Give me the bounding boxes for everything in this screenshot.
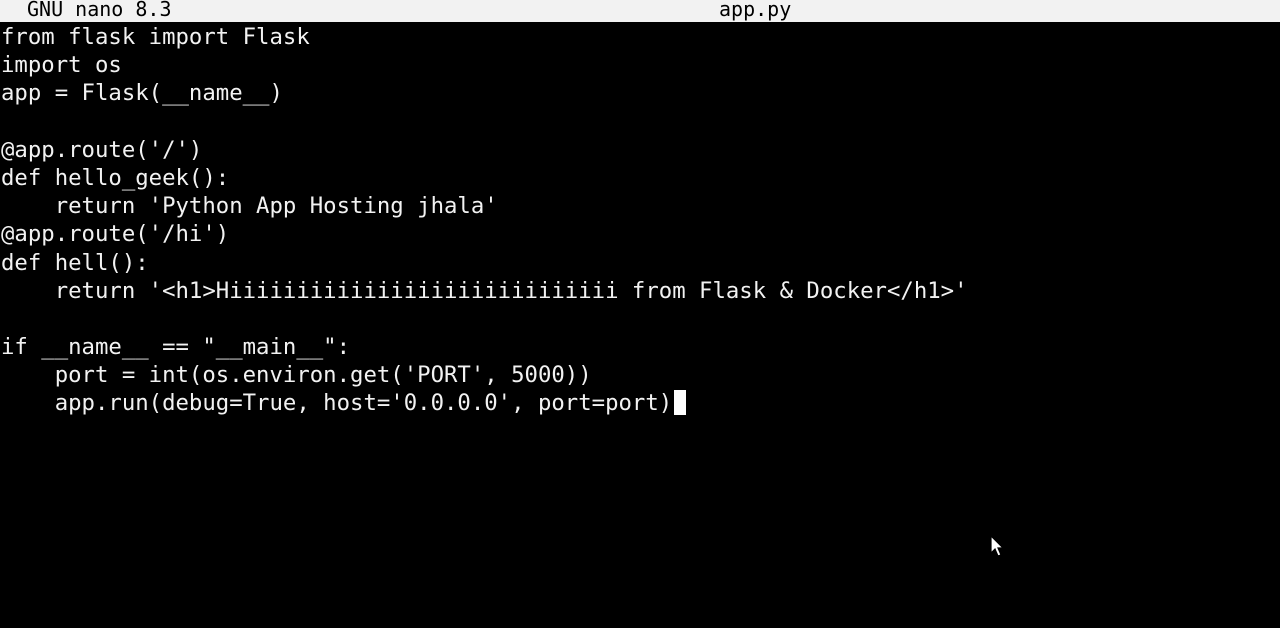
code-line[interactable]: def hello_geek():	[0, 164, 1280, 192]
code-line[interactable]: @app.route('/')	[0, 136, 1280, 164]
text-cursor	[674, 390, 687, 416]
terminal-window: GNU nano 8.3 app.py from flask import Fl…	[0, 0, 1280, 628]
nano-title-bar: GNU nano 8.3 app.py	[0, 0, 1280, 22]
mouse-pointer-icon	[990, 535, 1005, 557]
code-line[interactable]: app = Flask(__name__)	[0, 79, 1280, 107]
code-line-text: app.run(debug=True, host='0.0.0.0', port…	[1, 390, 673, 417]
code-line[interactable]: return 'Python App Hosting jhala'	[0, 192, 1280, 220]
code-line[interactable]: from flask import Flask	[0, 23, 1280, 51]
code-line[interactable]: def hell():	[0, 249, 1280, 277]
file-name: app.py	[719, 0, 792, 21]
code-line[interactable]	[0, 108, 1280, 136]
code-line[interactable]: port = int(os.environ.get('PORT', 5000))	[0, 361, 1280, 389]
code-line[interactable]: @app.route('/hi')	[0, 220, 1280, 248]
code-line-with-cursor[interactable]: app.run(debug=True, host='0.0.0.0', port…	[0, 389, 1280, 417]
code-line[interactable]: import os	[0, 51, 1280, 79]
editor-text-area[interactable]: from flask import Flask import os app = …	[0, 23, 1280, 418]
code-line[interactable]	[0, 305, 1280, 333]
code-line[interactable]: if __name__ == "__main__":	[0, 333, 1280, 361]
editor-version: GNU nano 8.3	[27, 0, 172, 21]
code-line[interactable]: return '<h1>Hiiiiiiiiiiiiiiiiiiiiiiiiiii…	[0, 277, 1280, 305]
